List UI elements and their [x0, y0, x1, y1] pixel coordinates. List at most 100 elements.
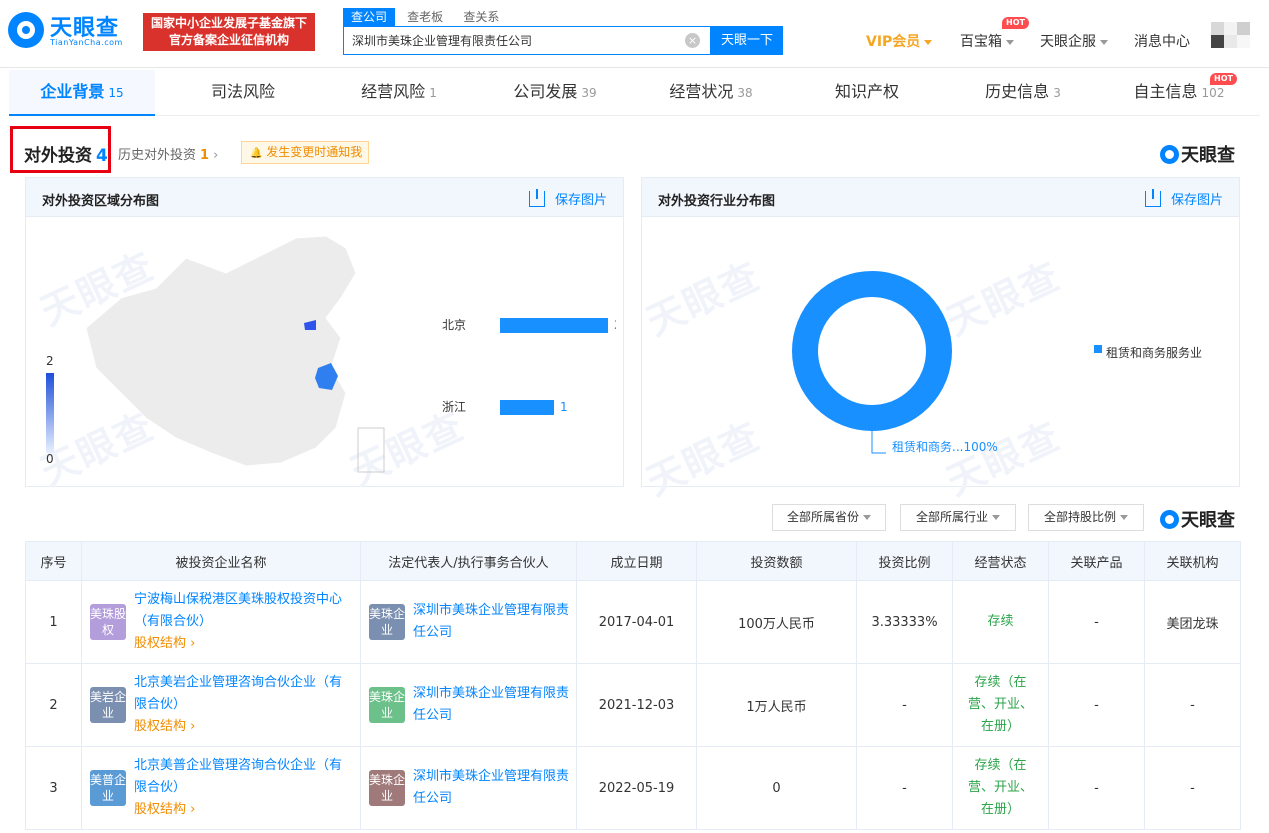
status-cell: 存续 — [952, 580, 1049, 664]
tab-label: 自主信息 — [1133, 82, 1198, 101]
tab-intellectual-property[interactable]: 知识产权 — [789, 70, 945, 116]
baibaoxiang-menu[interactable]: 百宝箱 — [960, 31, 1014, 51]
vip-label: VIP会员 — [866, 34, 921, 50]
representative-link[interactable]: 深圳市美珠企业管理有限责任公司 — [413, 683, 577, 727]
province-filter[interactable]: 全部所属省份 — [772, 504, 886, 531]
search-tab-boss[interactable]: 查老板 — [399, 8, 451, 26]
logo-subtext: TianYanCha.com — [50, 38, 123, 47]
baibaoxiang-label: 百宝箱 — [960, 34, 1002, 50]
notify-label: 发生变更时通知我 — [266, 145, 363, 159]
save-label: 保存图片 — [1170, 193, 1223, 208]
company-avatar: 美珠股权 — [90, 604, 126, 640]
tab-company-development[interactable]: 公司发展 39 — [477, 70, 633, 116]
search-tab-relation[interactable]: 查关系 — [455, 8, 507, 26]
representative-avatar: 美珠企业 — [369, 770, 405, 806]
related-org: - — [1144, 663, 1241, 747]
tab-count: 15 — [108, 86, 124, 100]
panel-title: 对外投资行业分布图 — [658, 194, 776, 209]
chevron-right-icon: › — [186, 719, 196, 734]
company-cell: 美普企业 北京美普企业管理咨询合伙企业（有限合伙） 股权结构 › — [81, 746, 361, 830]
chevron-right-icon: › — [186, 802, 196, 817]
investment-amount: 0 — [696, 746, 857, 830]
company-avatar: 美普企业 — [90, 770, 126, 806]
tab-history-info[interactable]: 历史信息 3 — [945, 70, 1101, 116]
enterprise-service-menu[interactable]: 天眼企服 — [1040, 31, 1108, 51]
message-center[interactable]: 消息中心 — [1134, 31, 1190, 51]
founded-date: 2021-12-03 — [576, 663, 697, 747]
tab-enterprise-background[interactable]: 企业背景 15 — [9, 70, 155, 116]
investment-ratio: - — [856, 663, 953, 747]
tab-count: 102 — [1201, 86, 1225, 100]
hot-badge: HOT — [1002, 17, 1029, 29]
bar-category-label: 浙江 — [442, 400, 466, 414]
table-row: 2 美岩企业 北京美岩企业管理咨询合伙企业（有限合伙） 股权结构 › 美珠企业 … — [25, 663, 1241, 747]
investment-table: 序号 被投资企业名称 法定代表人/执行事务合伙人 成立日期 投资数额 投资比例 … — [25, 541, 1241, 830]
search-tab-company[interactable]: 查公司 — [343, 8, 396, 26]
tab-business-risk[interactable]: 经营风险 1 — [321, 70, 477, 116]
equity-structure-link[interactable]: 股权结构 › — [134, 716, 195, 738]
tab-label: 企业背景 — [40, 82, 105, 101]
panel-title: 对外投资区域分布图 — [42, 194, 160, 209]
status-cell: 存续（在营、开业、在册） — [952, 746, 1049, 830]
equity-structure-link[interactable]: 股权结构 › — [134, 633, 195, 655]
tianyancha-logo[interactable]: 天眼查 TianYanCha.com — [8, 10, 134, 50]
representative-avatar: 美珠企业 — [369, 687, 405, 723]
vip-menu[interactable]: VIP会员 — [866, 31, 933, 51]
legend-item[interactable]: 租赁和商务服务业 — [1106, 344, 1202, 361]
col-header: 关联机构 — [1144, 541, 1241, 581]
row-number: 1 — [25, 580, 82, 664]
related-org-link[interactable]: 美团龙珠 — [1144, 580, 1241, 664]
tab-label: 公司发展 — [513, 82, 578, 101]
save-label: 保存图片 — [554, 193, 607, 208]
save-image-button[interactable]: 保存图片 — [528, 189, 607, 208]
company-name-link[interactable]: 宁波梅山保税港区美珠股权投资中心（有限合伙） — [134, 589, 354, 633]
col-header: 法定代表人/执行事务合伙人 — [360, 541, 577, 581]
clear-icon[interactable]: × — [685, 33, 700, 48]
chevron-down-icon — [1120, 515, 1128, 520]
save-image-button[interactable]: 保存图片 — [1144, 189, 1223, 208]
representative-block: 美珠企业 深圳市美珠企业管理有限责任公司 — [361, 683, 576, 727]
section-count: 4 — [96, 146, 108, 166]
company-name-link[interactable]: 北京美普企业管理咨询合伙企业（有限合伙） — [134, 755, 354, 799]
company-block: 美普企业 北京美普企业管理咨询合伙企业（有限合伙） 股权结构 › — [82, 755, 360, 821]
chevron-down-icon — [863, 515, 871, 520]
south-sea-inset — [357, 427, 385, 473]
download-icon — [528, 189, 545, 207]
chevron-right-icon: › — [213, 148, 219, 163]
tab-operating-status[interactable]: 经营状况 38 — [633, 70, 789, 116]
brand-text: 天眼查 — [1181, 145, 1235, 166]
search-input[interactable] — [352, 33, 672, 47]
brand-mark: 天眼查 — [1160, 141, 1235, 167]
tab-count: 3 — [1053, 86, 1061, 100]
tab-label: 司法风险 — [210, 82, 275, 101]
row-number: 2 — [25, 663, 82, 747]
tab-judicial-risk[interactable]: 司法风险 — [165, 70, 321, 116]
badge-line-1: 国家中小企业发展子基金旗下 — [150, 16, 307, 30]
equity-structure-link[interactable]: 股权结构 › — [134, 799, 195, 821]
bar[interactable] — [500, 318, 608, 333]
representative-link[interactable]: 深圳市美珠企业管理有限责任公司 — [413, 766, 577, 810]
search-button[interactable]: 天眼一下 — [711, 26, 783, 55]
slice-label: 租赁和商务...100% — [892, 440, 998, 454]
equity-link-label: 股权结构 — [134, 636, 187, 651]
filter-label: 全部持股比例 — [1043, 510, 1116, 524]
bar-value-label: 1 — [560, 400, 568, 414]
related-product: - — [1048, 580, 1145, 664]
bar-category-label: 北京 — [442, 318, 466, 332]
brand-text: 天眼查 — [1181, 510, 1235, 531]
company-name-link[interactable]: 北京美岩企业管理咨询合伙企业（有限合伙） — [134, 672, 354, 716]
history-investment-link[interactable]: 历史对外投资 1 › — [118, 144, 218, 163]
user-avatar[interactable] — [1211, 22, 1251, 48]
col-header: 成立日期 — [576, 541, 697, 581]
industry-filter[interactable]: 全部所属行业 — [900, 504, 1016, 531]
col-header: 投资比例 — [856, 541, 953, 581]
bar[interactable] — [500, 400, 554, 415]
shareholding-filter[interactable]: 全部持股比例 — [1028, 504, 1144, 531]
representative-link[interactable]: 深圳市美珠企业管理有限责任公司 — [413, 600, 577, 644]
enterprise-service-label: 天眼企服 — [1040, 34, 1096, 50]
tab-count: 38 — [737, 86, 753, 100]
donut-slice[interactable] — [792, 271, 952, 431]
tab-count: 1 — [429, 86, 437, 100]
notify-button[interactable]: 🔔 发生变更时通知我 — [241, 141, 369, 164]
company-block: 美珠股权 宁波梅山保税港区美珠股权投资中心（有限合伙） 股权结构 › — [82, 589, 360, 655]
